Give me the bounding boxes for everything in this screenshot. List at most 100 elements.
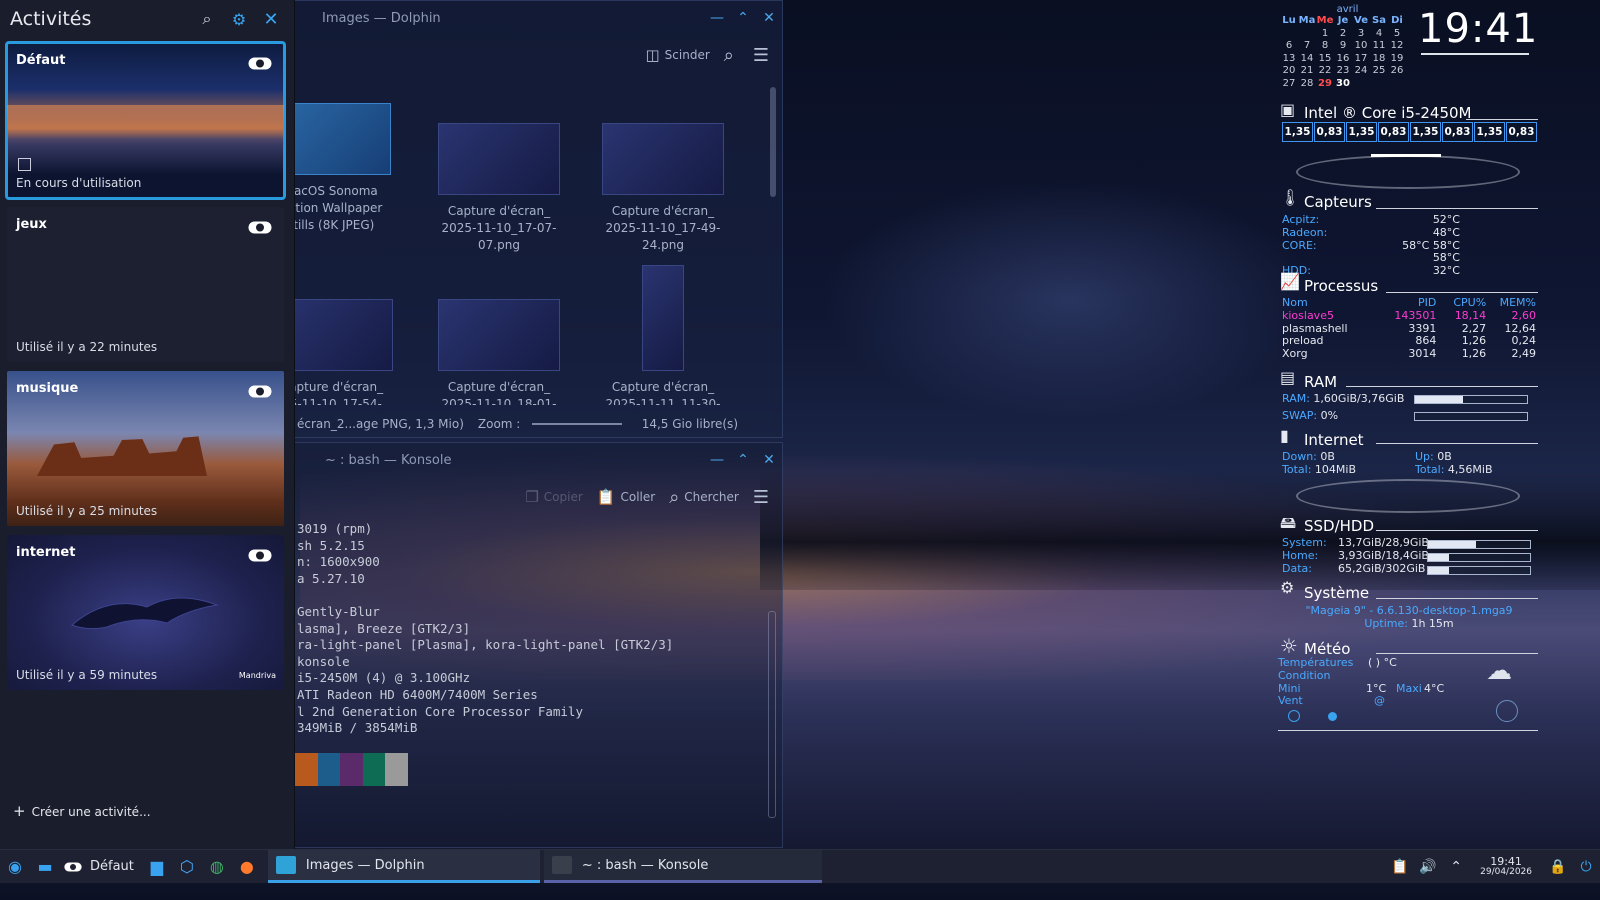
zoom-label: Zoom : bbox=[477, 417, 521, 431]
process-cell: 3014 bbox=[1408, 347, 1437, 361]
calendar-day: 8 bbox=[1321, 40, 1329, 51]
close-icon[interactable]: ✕ bbox=[258, 6, 284, 32]
find-button[interactable]: ⌕ Chercher bbox=[669, 487, 739, 508]
clipboard-icon[interactable]: 📋 bbox=[1386, 859, 1414, 875]
process-cell: Xorg bbox=[1282, 347, 1308, 361]
chevron-up-icon[interactable]: ⌃ bbox=[1442, 859, 1470, 875]
task-konsole[interactable]: ~ : bash — Konsole bbox=[543, 850, 822, 883]
minimize-icon[interactable]: — bbox=[704, 10, 730, 26]
menu-button[interactable]: ☰ bbox=[753, 487, 774, 508]
create-activity-button[interactable]: + Créer une activité... bbox=[13, 802, 151, 820]
file-item[interactable]: Capture d'écran_ 2025-11-11_11-30- bbox=[588, 265, 738, 405]
sensor-label: CORE: bbox=[1282, 238, 1317, 252]
image-thumbnail bbox=[295, 299, 393, 371]
copy-button[interactable]: ❐ Copier bbox=[525, 488, 582, 506]
close-icon[interactable]: ✕ bbox=[756, 10, 782, 26]
konsole-scrollbar[interactable] bbox=[768, 611, 776, 818]
process-header: MEM% bbox=[1499, 296, 1536, 309]
split-view-icon: ◫ bbox=[645, 46, 660, 64]
firefox-icon[interactable]: ● bbox=[232, 850, 262, 883]
network-stats: Down: 0B Up: 0B Total: 104MiB Total: 4,56M… bbox=[1282, 450, 1493, 476]
dolphin-title: Images — Dolphin bbox=[322, 10, 441, 26]
activity-internet[interactable]: internet Utilisé il y a 59 minutes Mandr… bbox=[7, 535, 284, 690]
dolphin-statusbar: écran_2...age PNG, 1,3 Mio) Zoom : 14,5 … bbox=[295, 411, 782, 437]
cloud-icon: ☁ bbox=[1486, 656, 1512, 686]
color-swatch bbox=[385, 753, 408, 786]
ram-bar-fill bbox=[1415, 396, 1464, 403]
process-header: PID bbox=[1418, 296, 1437, 309]
calendar-day: 17 bbox=[1354, 52, 1368, 64]
search-button[interactable]: ⌕ bbox=[724, 45, 739, 66]
calendar: avril Lu Ma Me Je Ve Sa Di 1 2 3 4 5 6 7 8 9 10 11 12 13 14 1… bbox=[1280, 4, 1415, 90]
cpu-ring-gauge bbox=[1296, 155, 1520, 189]
file-view: macOS SonomaMotion WallpaperStills (8K J… bbox=[295, 75, 765, 405]
signal-bars-icon: ▮ bbox=[1280, 426, 1289, 445]
maximize-icon[interactable]: ⌃ bbox=[730, 10, 756, 26]
split-button[interactable]: ◫ Scinder bbox=[645, 46, 709, 64]
sensor-row: CORE: 58°C 58°C 58°C bbox=[1282, 238, 1536, 266]
search-icon[interactable]: ⌕ bbox=[194, 6, 220, 32]
activity-toggle-icon[interactable] bbox=[248, 57, 272, 70]
calendar-day: 28 bbox=[1300, 77, 1314, 89]
taskbar-clock[interactable]: 19:41 29/04/2026 bbox=[1480, 856, 1532, 878]
calendar-day: 27 bbox=[1282, 77, 1296, 89]
calendar-day: 1 bbox=[1321, 27, 1329, 39]
file-item[interactable]: Capture d'écran_ 2025-11-10_18-01- bbox=[424, 299, 574, 405]
menu-button[interactable]: ☰ bbox=[753, 45, 774, 66]
zoom-slider[interactable] bbox=[532, 423, 623, 425]
activity-default[interactable]: Défaut En cours d'utilisation bbox=[5, 41, 286, 200]
dolphin-window: Images — Dolphin — ⌃ ✕ ◫Scinder ⌕ ☰ macO… bbox=[294, 0, 783, 438]
file-manager-icon[interactable]: ▬ bbox=[30, 850, 60, 883]
file-item[interactable]: Capture d'écran_25-11-10_17-54- bbox=[295, 299, 407, 405]
activity-musique[interactable]: musique Utilisé il y a 25 minutes bbox=[7, 371, 284, 526]
disk-row: Data: 65,2GiB/302GiB bbox=[1282, 562, 1536, 576]
calendar-day: 22 bbox=[1318, 65, 1332, 76]
dolphin-titlebar[interactable]: Images — Dolphin — ⌃ ✕ bbox=[295, 1, 782, 35]
activity-jeux[interactable]: jeux Utilisé il y a 22 minutes bbox=[7, 207, 284, 362]
activity-toggle-icon[interactable] bbox=[248, 385, 272, 398]
konsole-titlebar[interactable]: ~ : bash — Konsole — ⌃ ✕ bbox=[295, 443, 782, 477]
file-item[interactable]: macOS SonomaMotion WallpaperStills (8K J… bbox=[295, 103, 405, 234]
mageia-icon[interactable]: ◍ bbox=[202, 850, 232, 883]
file-item[interactable]: Capture d'écran_ 2025-11-10_17-49- 24.png bbox=[588, 123, 738, 254]
cpu-core-load: 1,35 bbox=[1410, 122, 1441, 142]
app-launcher-icon[interactable]: ◉ bbox=[0, 850, 30, 883]
cpu-core-load: 0,83 bbox=[1314, 122, 1345, 142]
cpu-core-load: 1,35 bbox=[1346, 122, 1377, 142]
process-header: CPU% bbox=[1453, 296, 1487, 309]
folder-icon[interactable]: ▆ bbox=[142, 850, 172, 883]
calendar-day: 16 bbox=[1336, 52, 1350, 64]
hamburger-menu-icon: ☰ bbox=[752, 486, 769, 508]
gear-icon[interactable]: ⚙ bbox=[226, 6, 252, 32]
calendar-grid: Lu Ma Me Je Ve Sa Di 1 2 3 4 5 6 7 8 9 10 11 12 13 14 15 16 17 1… bbox=[1280, 15, 1415, 90]
volume-icon[interactable]: 🔊 bbox=[1414, 859, 1442, 875]
calendar-day: 18 bbox=[1372, 52, 1386, 64]
lock-icon[interactable]: 🔒 bbox=[1544, 859, 1572, 875]
activity-toggle-icon[interactable] bbox=[248, 549, 272, 562]
process-table: Nom PID CPU% MEM% kioslave5 143501 18,14 2,60 pl… bbox=[1282, 296, 1536, 361]
hamburger-menu-icon: ☰ bbox=[752, 44, 769, 66]
close-icon[interactable]: ✕ bbox=[756, 452, 782, 468]
system-info: "Mageia 9" - 6.6.130-desktop-1.mga9 Upti… bbox=[1305, 604, 1513, 630]
clipboard-icon: 📋 bbox=[596, 488, 616, 506]
process-cell: 2,49 bbox=[1511, 347, 1536, 361]
maximize-icon[interactable]: ⌃ bbox=[730, 452, 756, 468]
power-icon[interactable]: ⏻ bbox=[1572, 859, 1600, 875]
dolphin-scrollbar[interactable] bbox=[770, 87, 776, 197]
card-wallpaper-mesa bbox=[37, 436, 207, 476]
paste-button[interactable]: 📋 Coller bbox=[597, 488, 655, 506]
calendar-day: 24 bbox=[1354, 65, 1368, 76]
search-icon: ⌕ bbox=[669, 486, 680, 508]
konsole-app-icon bbox=[551, 856, 572, 874]
terminal-output[interactable]: 3019 (rpm) sh 5.2.15 n: 1600x900 a 5.27.… bbox=[297, 521, 673, 737]
discover-icon[interactable]: ⬡ bbox=[172, 850, 202, 883]
minimize-icon[interactable]: — bbox=[704, 452, 730, 468]
task-dolphin[interactable]: Images — Dolphin bbox=[267, 850, 540, 883]
activities-title: Activités bbox=[10, 8, 92, 30]
process-row: kioslave5 143501 18,14 2,60 bbox=[1282, 308, 1536, 323]
calendar-day: 25 bbox=[1372, 65, 1386, 76]
activity-toggle-icon[interactable] bbox=[248, 221, 272, 234]
activity-switcher[interactable]: Défaut bbox=[64, 859, 134, 874]
process-cell: kioslave5 bbox=[1282, 308, 1334, 322]
file-item[interactable]: Capture d'écran_ 2025-11-10_17-07- 07.png bbox=[424, 123, 574, 254]
